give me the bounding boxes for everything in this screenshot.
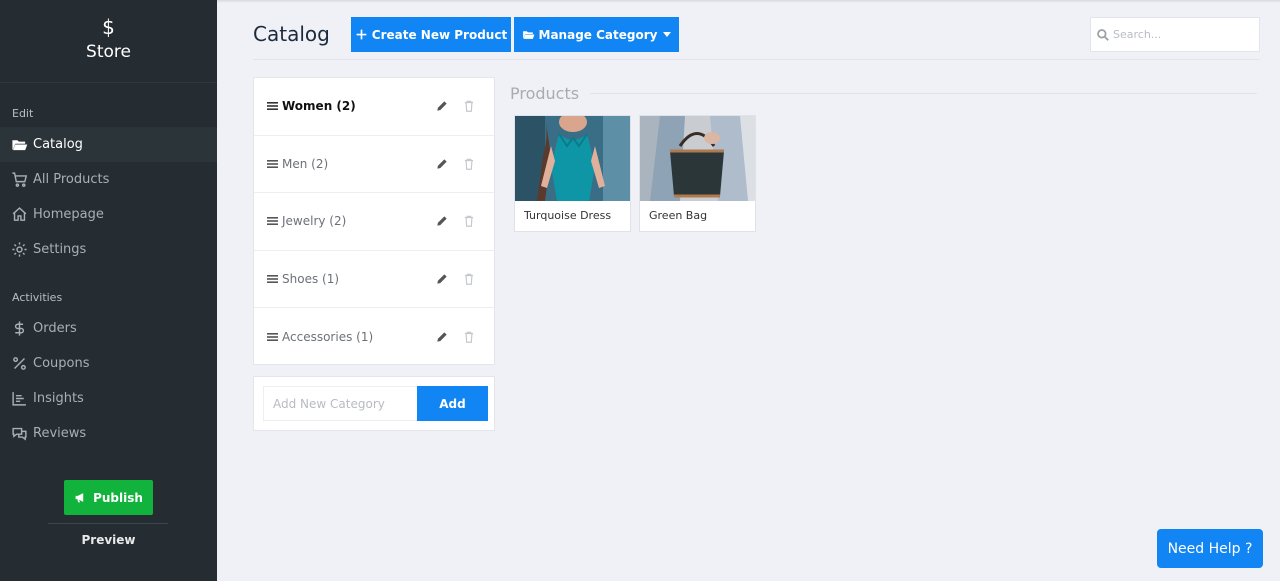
category-label: Women (2) bbox=[282, 99, 356, 114]
add-category-panel: Add bbox=[253, 376, 495, 431]
comments-icon bbox=[10, 425, 28, 443]
sidebar-item-label: Homepage bbox=[33, 207, 104, 222]
drag-handle-icon[interactable] bbox=[267, 101, 278, 111]
category-actions bbox=[435, 99, 476, 113]
publish-label: Publish bbox=[93, 490, 143, 505]
drag-handle-icon[interactable] bbox=[267, 159, 278, 169]
products-divider bbox=[590, 93, 1257, 94]
products-heading: Products bbox=[510, 84, 580, 103]
sidebar-item-reviews[interactable]: Reviews bbox=[0, 416, 217, 451]
category-actions bbox=[435, 157, 476, 171]
folder-open-icon bbox=[522, 31, 534, 39]
drag-handle-icon[interactable] bbox=[267, 332, 278, 342]
sidebar-item-settings[interactable]: Settings bbox=[0, 232, 217, 267]
brand[interactable]: $ Store bbox=[0, 0, 217, 83]
search-icon bbox=[1097, 28, 1109, 41]
add-category-input[interactable] bbox=[263, 386, 418, 421]
drag-handle-icon[interactable] bbox=[267, 216, 278, 226]
sidebar-item-label: Insights bbox=[33, 391, 84, 406]
sidebar-item-label: All Products bbox=[33, 172, 110, 187]
dollar-icon bbox=[10, 320, 28, 338]
pencil-icon[interactable] bbox=[435, 157, 449, 171]
product-card[interactable]: Turquoise Dress bbox=[514, 115, 631, 232]
product-card[interactable]: Green Bag bbox=[639, 115, 756, 232]
sidebar-item-label: Catalog bbox=[33, 137, 83, 152]
pencil-icon[interactable] bbox=[435, 272, 449, 286]
sidebar-item-label: Coupons bbox=[33, 356, 90, 371]
create-new-product-button[interactable]: Create New Product bbox=[351, 17, 511, 52]
gear-icon bbox=[10, 241, 28, 259]
category-label: Men (2) bbox=[282, 156, 329, 171]
dollar-logo-icon: $ bbox=[102, 15, 115, 39]
sidebar-item-label: Reviews bbox=[33, 426, 87, 441]
category-actions bbox=[435, 330, 476, 344]
trash-icon[interactable] bbox=[462, 272, 476, 286]
need-help-button[interactable]: Need Help ? bbox=[1157, 529, 1263, 568]
category-item-accessories[interactable]: Accessories (1) bbox=[254, 308, 494, 366]
category-item-men[interactable]: Men (2) bbox=[254, 136, 494, 193]
pencil-icon[interactable] bbox=[435, 99, 449, 113]
sidebar-item-homepage[interactable]: Homepage bbox=[0, 197, 217, 232]
category-item-shoes[interactable]: Shoes (1) bbox=[254, 251, 494, 308]
folder-open-icon bbox=[10, 136, 28, 154]
section-label-edit: Edit bbox=[12, 107, 34, 120]
section-label-activities: Activities bbox=[12, 291, 63, 304]
create-new-product-label: Create New Product bbox=[371, 27, 508, 42]
category-label: Accessories (1) bbox=[282, 329, 374, 344]
sidebar: $ Store Edit Catalog All Products Homepa… bbox=[0, 0, 217, 581]
sidebar-item-coupons[interactable]: Coupons bbox=[0, 346, 217, 381]
pencil-icon[interactable] bbox=[435, 214, 449, 228]
sidebar-item-label: Orders bbox=[33, 321, 77, 336]
home-icon bbox=[10, 206, 28, 224]
sidebar-item-label: Settings bbox=[33, 242, 87, 257]
sidebar-item-orders[interactable]: Orders bbox=[0, 311, 217, 346]
caret-down-icon bbox=[663, 32, 672, 37]
trash-icon[interactable] bbox=[462, 99, 476, 113]
category-label: Shoes (1) bbox=[282, 271, 340, 286]
cart-icon bbox=[10, 171, 28, 189]
category-item-jewelry[interactable]: Jewelry (2) bbox=[254, 193, 494, 251]
manage-category-button[interactable]: Manage Category bbox=[514, 17, 679, 52]
product-name: Green Bag bbox=[649, 209, 708, 222]
manage-category-label: Manage Category bbox=[538, 27, 658, 42]
trash-icon[interactable] bbox=[462, 157, 476, 171]
brand-name: Store bbox=[86, 42, 131, 62]
category-list: Women (2) Men (2) Jewelry (2) Shoes (1) … bbox=[253, 77, 495, 365]
product-image-bag bbox=[640, 116, 755, 201]
search-box bbox=[1090, 17, 1260, 52]
publish-button[interactable]: Publish bbox=[64, 480, 153, 515]
category-item-women[interactable]: Women (2) bbox=[254, 78, 494, 136]
product-name: Turquoise Dress bbox=[524, 209, 612, 222]
megaphone-icon bbox=[75, 493, 84, 503]
sidebar-item-all-products[interactable]: All Products bbox=[0, 162, 217, 197]
category-label: Jewelry (2) bbox=[282, 214, 347, 229]
search-input[interactable] bbox=[1113, 28, 1253, 41]
bar-chart-icon bbox=[10, 390, 28, 408]
nav-edit: Catalog All Products Homepage Settings bbox=[0, 127, 217, 267]
sidebar-item-catalog[interactable]: Catalog bbox=[0, 127, 217, 162]
add-category-button[interactable]: Add bbox=[417, 386, 488, 421]
trash-icon[interactable] bbox=[462, 214, 476, 228]
plus-icon bbox=[356, 29, 367, 40]
sidebar-item-insights[interactable]: Insights bbox=[0, 381, 217, 416]
trash-icon[interactable] bbox=[462, 330, 476, 344]
preview-link[interactable]: Preview bbox=[0, 533, 217, 547]
nav-activities: Orders Coupons Insights Reviews bbox=[0, 311, 217, 451]
top-shadow bbox=[217, 0, 1280, 3]
sidebar-divider bbox=[48, 523, 168, 524]
category-actions bbox=[435, 272, 476, 286]
drag-handle-icon[interactable] bbox=[267, 274, 278, 284]
pencil-icon[interactable] bbox=[435, 330, 449, 344]
page-title: Catalog bbox=[253, 22, 330, 46]
product-image-dress bbox=[515, 116, 630, 201]
percent-icon bbox=[10, 355, 28, 373]
header-divider bbox=[253, 59, 1260, 60]
category-actions bbox=[435, 214, 476, 228]
